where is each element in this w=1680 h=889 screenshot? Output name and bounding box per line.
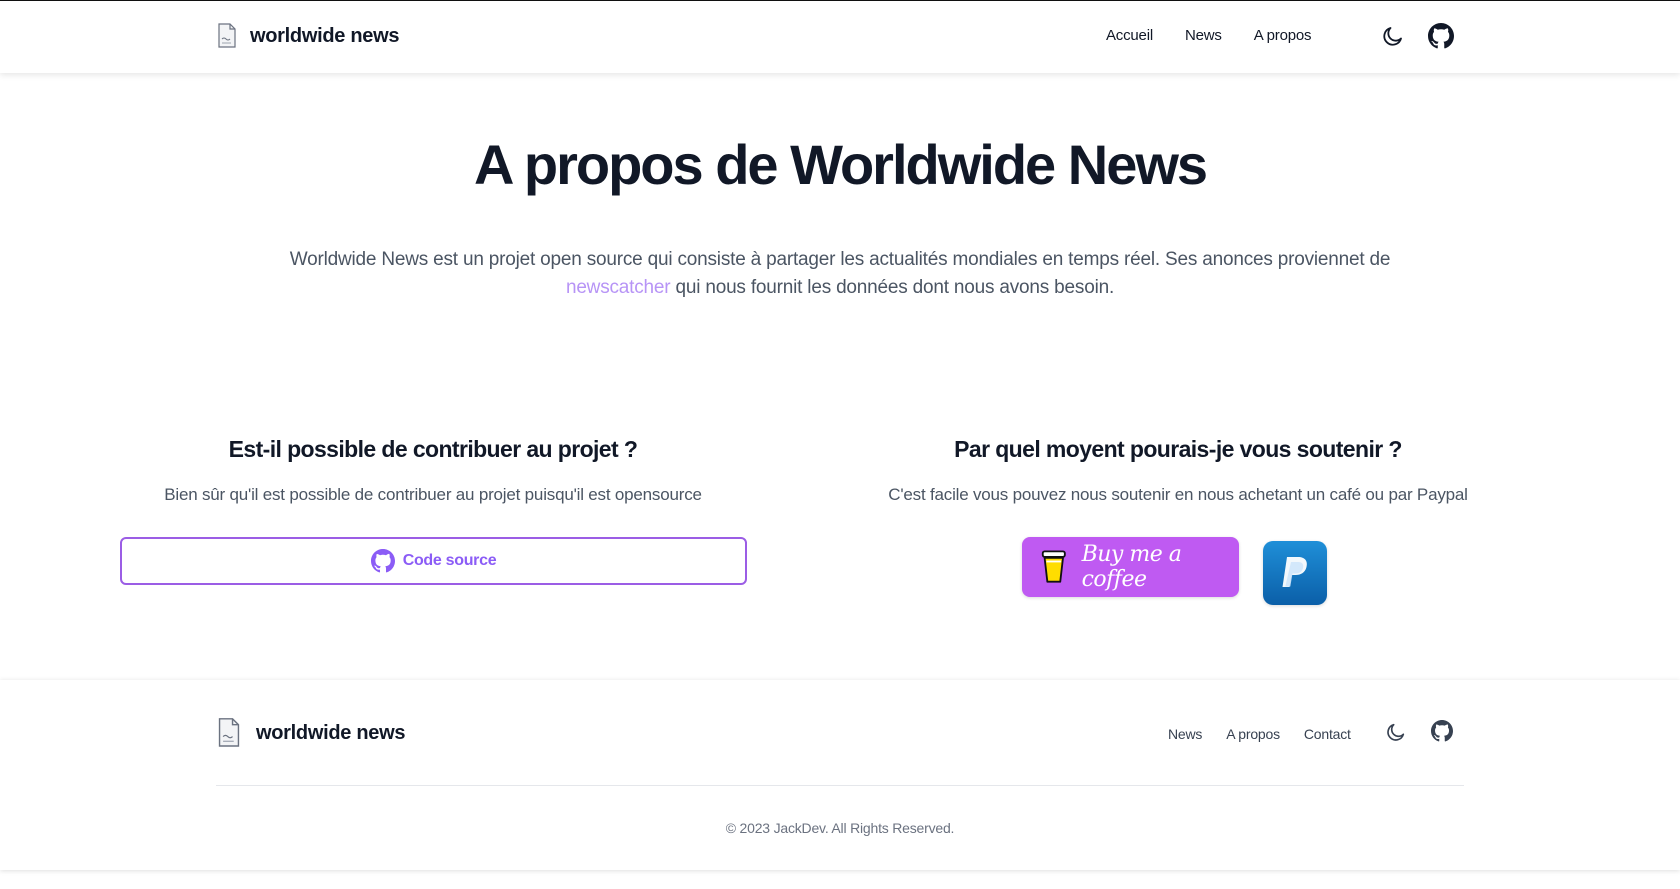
brand-name: worldwide news <box>250 24 400 47</box>
github-icon <box>370 549 395 573</box>
footer-link-contact[interactable]: Contact <box>1304 726 1351 742</box>
nav-item-a-propos[interactable]: A propos <box>1254 27 1312 44</box>
support-section: Par quel moyent pourais-je vous soutenir… <box>838 436 1518 505</box>
github-icon <box>1428 23 1454 49</box>
support-text: C'est facile vous pouvez nous soutenir e… <box>888 485 1468 504</box>
main-nav: Accueil News A propos <box>1106 27 1311 44</box>
footer-link-news[interactable]: News <box>1168 726 1202 742</box>
document-logo-icon <box>218 718 240 747</box>
footer-nav: News A propos Contact <box>1168 726 1351 742</box>
about-description-text-end: qui nous fournit les données dont nous a… <box>670 277 1115 298</box>
site-header: worldwide news Accueil News A propos <box>0 1 1680 73</box>
coffee-label: Buy me a coffee <box>1081 542 1182 592</box>
footer-link-a-propos[interactable]: A propos <box>1226 726 1280 742</box>
footer-divider <box>216 785 1464 786</box>
coffee-cup-icon <box>1041 550 1066 583</box>
moon-icon <box>1383 27 1402 46</box>
document-logo-icon <box>218 23 236 48</box>
moon-icon <box>1387 723 1405 741</box>
theme-toggle-button[interactable] <box>1380 23 1406 49</box>
newscatcher-link[interactable]: newscatcher <box>566 277 671 298</box>
source-code-label: Code source <box>402 552 497 569</box>
site-footer: worldwide news News A propos Contact © 2… <box>0 680 1680 870</box>
paypal-button[interactable] <box>1263 541 1327 605</box>
about-description: Worldwide News est un projet open source… <box>256 246 1424 302</box>
contribute-heading: Est-il possible de contribuer au projet … <box>228 436 638 462</box>
page-title: A propos de Worldwide News <box>473 133 1208 196</box>
footer-brand-name: worldwide news <box>256 721 406 744</box>
support-heading: Par quel moyent pourais-je vous soutenir… <box>954 436 1402 462</box>
nav-item-news[interactable]: News <box>1185 27 1222 44</box>
copyright: © 2023 JackDev. All Rights Reserved. <box>725 820 955 836</box>
footer-brand[interactable]: worldwide news <box>216 717 405 749</box>
footer-github-link[interactable] <box>1430 719 1454 743</box>
source-code-button[interactable]: Code source <box>120 537 747 585</box>
about-description-text: Worldwide News est un projet open source… <box>289 249 1391 270</box>
brand[interactable]: worldwide news <box>216 23 399 49</box>
github-link[interactable] <box>1427 22 1455 50</box>
paypal-icon <box>1282 557 1307 587</box>
github-icon <box>1431 720 1453 742</box>
contribute-text: Bien sûr qu'il est possible de contribue… <box>164 485 702 504</box>
footer-theme-toggle-button[interactable] <box>1384 720 1408 744</box>
contribute-section: Est-il possible de contribuer au projet … <box>118 436 748 505</box>
nav-item-accueil[interactable]: Accueil <box>1106 27 1153 44</box>
buy-me-a-coffee-button[interactable]: Buy me a coffee <box>1022 537 1239 597</box>
